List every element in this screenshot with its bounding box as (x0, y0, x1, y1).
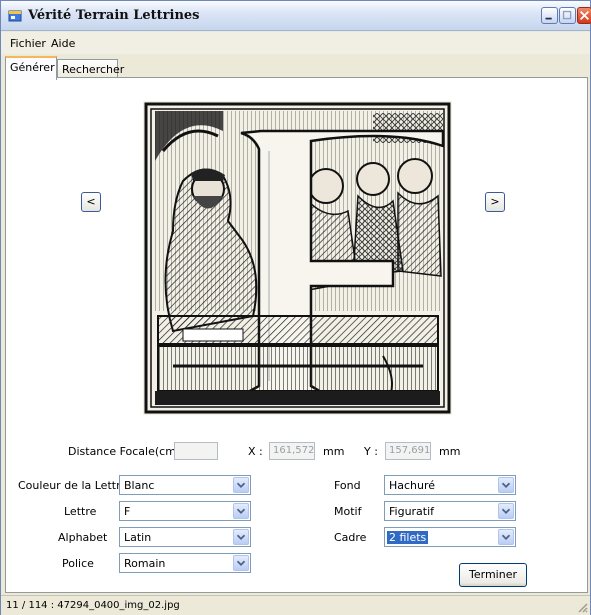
y-label: Y : (364, 445, 378, 458)
chevron-down-icon[interactable] (498, 503, 514, 519)
status-bar: 11 / 114 : 47294_0400_img_02.jpg (1, 595, 590, 615)
status-text: 11 / 114 : 47294_0400_img_02.jpg (6, 600, 180, 611)
y-value-field: 157,691 (385, 442, 431, 460)
focal-distance-field[interactable] (174, 442, 218, 460)
x-unit: mm (323, 445, 345, 458)
close-button[interactable] (577, 7, 591, 24)
chevron-down-icon[interactable] (233, 529, 249, 545)
terminer-button[interactable]: Terminer (459, 563, 527, 587)
couleur-select[interactable]: Blanc (119, 475, 251, 495)
menu-fichier[interactable]: Fichier (10, 37, 46, 50)
cadre-value: 2 filets (387, 531, 429, 544)
couleur-value: Blanc (124, 479, 155, 492)
window-title: Vérité Terrain Lettrines (28, 8, 200, 23)
police-label: Police (62, 557, 94, 570)
chevron-down-icon[interactable] (233, 477, 249, 493)
tab-rechercher[interactable]: Rechercher (57, 59, 124, 79)
motif-label: Motif (334, 505, 362, 518)
minimize-button[interactable] (541, 7, 558, 24)
lettre-label: Lettre (64, 505, 97, 518)
next-image-button[interactable]: > (485, 192, 505, 212)
minimize-icon (545, 17, 552, 20)
cadre-select[interactable]: 2 filets (384, 527, 516, 547)
close-icon (579, 10, 590, 21)
menu-bar: Fichier Aide (1, 32, 590, 54)
focal-distance-label: Distance Focale(cm) : (68, 445, 188, 458)
lettre-select[interactable]: F (119, 501, 251, 521)
resize-grip-icon[interactable] (576, 601, 588, 613)
y-unit: mm (439, 445, 461, 458)
alphabet-value: Latin (124, 531, 152, 544)
chevron-down-icon[interactable] (498, 529, 514, 545)
alphabet-select[interactable]: Latin (119, 527, 251, 547)
prev-image-button[interactable]: < (81, 192, 101, 212)
lettre-value: F (124, 505, 131, 518)
fond-value: Hachuré (389, 479, 436, 492)
title-bar[interactable]: Vérité Terrain Lettrines (1, 1, 591, 31)
app-window: Vérité Terrain Lettrines Fichier Aide Gé… (0, 0, 591, 615)
couleur-label: Couleur de la Lettre (18, 479, 128, 492)
tab-generer[interactable]: Générer (5, 56, 57, 80)
chevron-down-icon[interactable] (498, 477, 514, 493)
maximize-button[interactable] (559, 7, 576, 24)
tab-strip: Générer Rechercher (1, 56, 590, 80)
fond-select[interactable]: Hachuré (384, 475, 516, 495)
cadre-label: Cadre (334, 531, 367, 544)
chevron-down-icon[interactable] (233, 503, 249, 519)
motif-value: Figuratif (389, 505, 435, 518)
maximize-icon (562, 10, 572, 20)
x-value-field: 161,572 (269, 442, 315, 460)
chevron-down-icon[interactable] (233, 555, 249, 571)
x-label: X : (248, 445, 263, 458)
app-icon (8, 10, 22, 22)
ornamental-letter-image (143, 101, 452, 415)
menu-aide[interactable]: Aide (51, 37, 75, 50)
police-value: Romain (124, 557, 166, 570)
police-select[interactable]: Romain (119, 553, 251, 573)
motif-select[interactable]: Figuratif (384, 501, 516, 521)
fond-label: Fond (334, 479, 361, 492)
alphabet-label: Alphabet (58, 531, 108, 544)
